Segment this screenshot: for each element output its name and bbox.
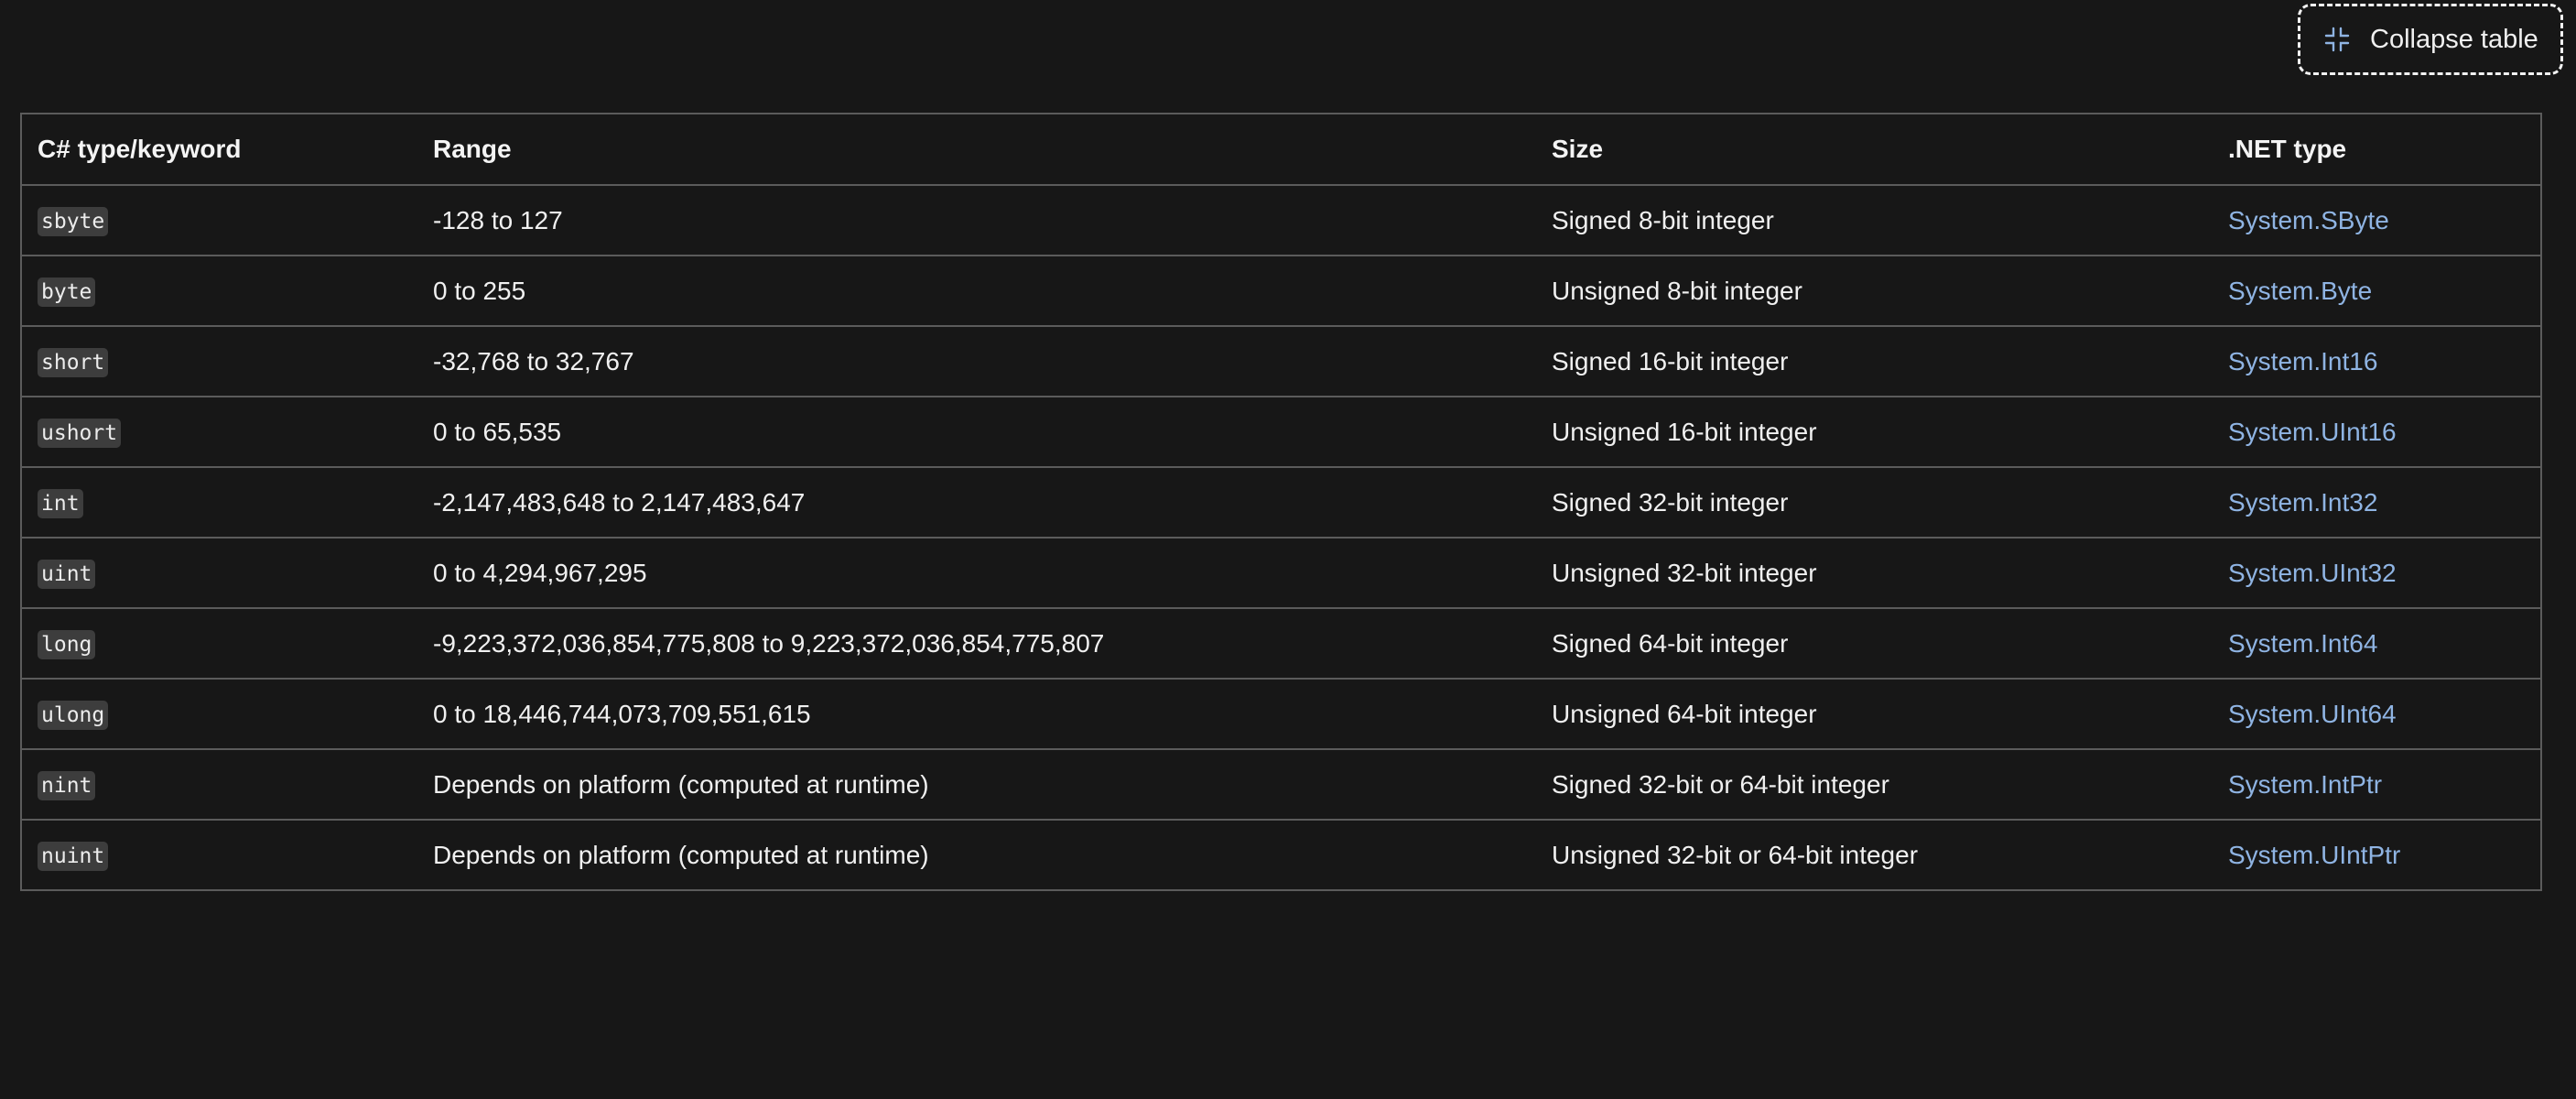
- net-type-link[interactable]: System.Int64: [2228, 629, 2377, 658]
- size-cell: Signed 32-bit integer: [1536, 467, 2213, 539]
- collapse-table-button[interactable]: Collapse table: [2298, 4, 2563, 75]
- keyword-code: int: [38, 488, 83, 518]
- size-cell: Signed 8-bit integer: [1536, 185, 2213, 256]
- net-type-cell: System.UInt32: [2213, 538, 2540, 609]
- table-row: nint Depends on platform (computed at run…: [22, 749, 2540, 821]
- net-type-cell: System.Int32: [2213, 467, 2540, 539]
- range-cell: 0 to 255: [417, 256, 1536, 327]
- net-type-link[interactable]: System.Byte: [2228, 277, 2372, 305]
- collapse-icon: [2324, 27, 2350, 52]
- keyword-cell: long: [22, 608, 417, 680]
- net-type-cell: System.Byte: [2213, 256, 2540, 327]
- net-type-link[interactable]: System.Int16: [2228, 347, 2377, 375]
- size-cell: Unsigned 8-bit integer: [1536, 256, 2213, 327]
- keyword-cell: short: [22, 326, 417, 397]
- net-type-cell: System.UInt64: [2213, 679, 2540, 750]
- size-cell: Unsigned 32-bit integer: [1536, 538, 2213, 609]
- column-header-range: Range: [417, 114, 1536, 186]
- net-type-link[interactable]: System.UInt16: [2228, 418, 2397, 446]
- net-type-cell: System.UInt16: [2213, 397, 2540, 468]
- column-header-size: Size: [1536, 114, 2213, 186]
- table-row: int -2,147,483,648 to 2,147,483,647 Signed…: [22, 467, 2540, 539]
- range-cell: -9,223,372,036,854,775,808 to 9,223,372,…: [417, 608, 1536, 680]
- net-type-link[interactable]: System.SByte: [2228, 206, 2389, 234]
- collapse-table-label: Collapse table: [2370, 24, 2538, 54]
- net-type-link[interactable]: System.IntPtr: [2228, 770, 2382, 799]
- size-cell: Signed 32-bit or 64-bit integer: [1536, 749, 2213, 821]
- table-row: ushort 0 to 65,535 Unsigned 16-bit integer…: [22, 397, 2540, 468]
- size-cell: Unsigned 16-bit integer: [1536, 397, 2213, 468]
- range-cell: 0 to 18,446,744,073,709,551,615: [417, 679, 1536, 750]
- net-type-cell: System.UIntPtr: [2213, 820, 2540, 889]
- table-header-row: C# type/keyword Range Size .NET type: [22, 114, 2540, 186]
- keyword-cell: ulong: [22, 679, 417, 750]
- column-header-keyword: C# type/keyword: [22, 114, 417, 186]
- keyword-code: nint: [38, 770, 96, 800]
- keyword-code: sbyte: [38, 206, 109, 236]
- keyword-code: ulong: [38, 700, 109, 730]
- table-row: byte 0 to 255 Unsigned 8-bit integer System…: [22, 256, 2540, 327]
- column-header-net-type: .NET type: [2213, 114, 2540, 186]
- net-type-cell: System.IntPtr: [2213, 749, 2540, 821]
- keyword-code: short: [38, 347, 109, 377]
- keyword-cell: ushort: [22, 397, 417, 468]
- keyword-cell: uint: [22, 538, 417, 609]
- net-type-link[interactable]: System.Int32: [2228, 488, 2377, 517]
- keyword-code: uint: [38, 559, 96, 589]
- size-cell: Signed 64-bit integer: [1536, 608, 2213, 680]
- table-row: ulong 0 to 18,446,744,073,709,551,615 Unsi…: [22, 679, 2540, 750]
- keyword-code: byte: [38, 277, 96, 307]
- table-row: sbyte -128 to 127 Signed 8-bit integer Syst…: [22, 185, 2540, 256]
- range-cell: 0 to 4,294,967,295: [417, 538, 1536, 609]
- net-type-link[interactable]: System.UInt32: [2228, 559, 2397, 587]
- net-type-link[interactable]: System.UIntPtr: [2228, 841, 2400, 869]
- range-cell: Depends on platform (computed at runtime…: [417, 749, 1536, 821]
- table-row: long -9,223,372,036,854,775,808 to 9,223,…: [22, 608, 2540, 680]
- range-cell: Depends on platform (computed at runtime…: [433, 840, 929, 869]
- net-type-link[interactable]: System.UInt64: [2228, 700, 2397, 728]
- keyword-cell: int: [22, 467, 417, 539]
- range-cell: 0 to 65,535: [417, 397, 1536, 468]
- net-type-cell: System.Int16: [2213, 326, 2540, 397]
- net-type-cell: System.Int64: [2213, 608, 2540, 680]
- page: Collapse table C# type/keyword Range Siz…: [0, 0, 2576, 1099]
- keyword-code: nuint: [38, 841, 109, 871]
- net-type-cell: System.SByte: [2213, 185, 2540, 256]
- keyword-cell: sbyte: [22, 185, 417, 256]
- integer-types-table: C# type/keyword Range Size .NET type sby…: [20, 113, 2542, 891]
- range-cell: -2,147,483,648 to 2,147,483,647: [417, 467, 1536, 539]
- table-row: nuint Depends on platform (computed at ru…: [22, 820, 2540, 889]
- table-row: short -32,768 to 32,767 Signed 16-bit inte…: [22, 326, 2540, 397]
- keyword-cell: nint: [22, 749, 417, 821]
- size-cell: Unsigned 64-bit integer: [1536, 679, 2213, 750]
- table-row: uint 0 to 4,294,967,295 Unsigned 32-bit in…: [22, 538, 2540, 609]
- range-cell: -128 to 127: [417, 185, 1536, 256]
- range-cell: -32,768 to 32,767: [417, 326, 1536, 397]
- keyword-cell: nuint: [22, 820, 417, 889]
- keyword-code: long: [38, 629, 96, 659]
- size-cell: Unsigned 32-bit or 64-bit integer: [1552, 840, 1919, 869]
- keyword-cell: byte: [22, 256, 417, 327]
- size-cell: Signed 16-bit integer: [1536, 326, 2213, 397]
- keyword-code: ushort: [38, 418, 122, 448]
